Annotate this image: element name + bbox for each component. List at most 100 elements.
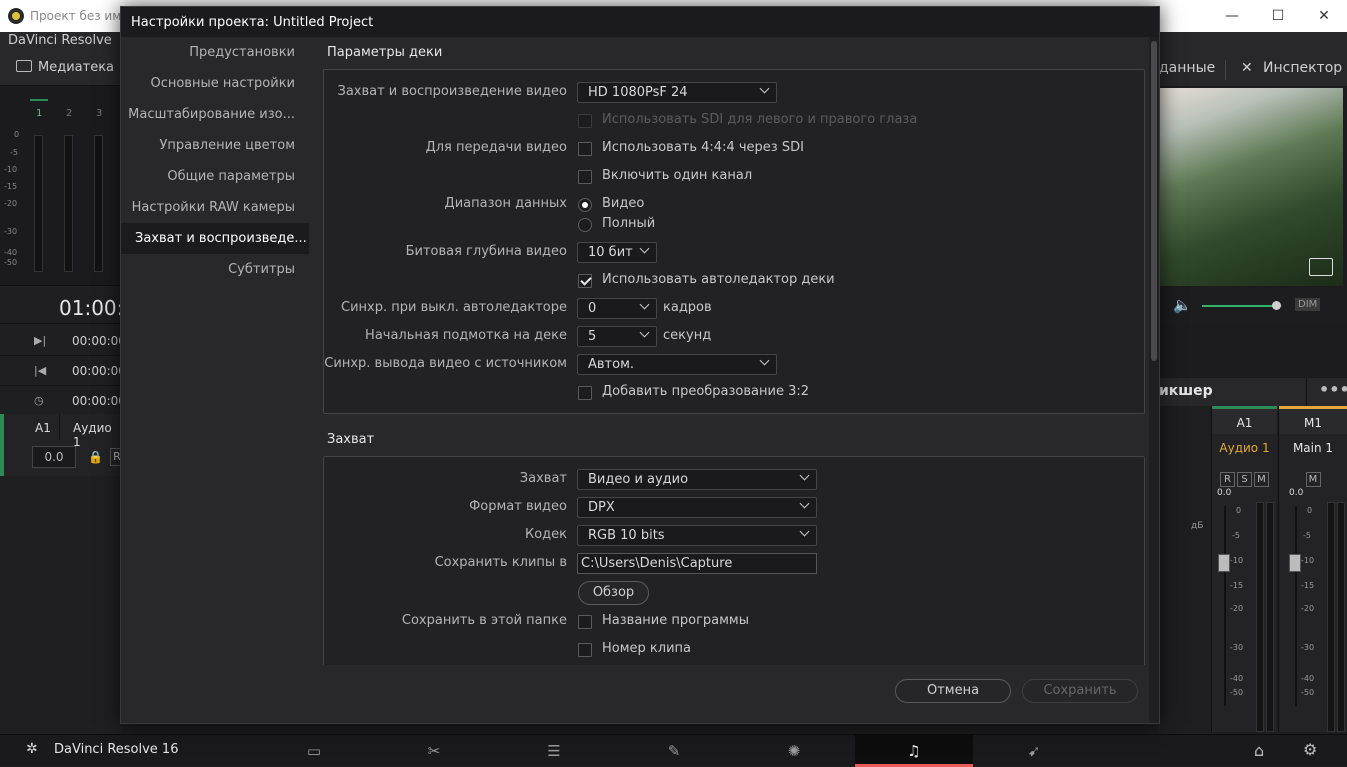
browse-button[interactable]: Обзор [578, 581, 649, 605]
sync-off-dropdown[interactable]: 0 [577, 298, 657, 319]
save-folder-label: Сохранить в этой папке [401, 613, 567, 628]
fairlight-page-icon[interactable]: ♫ [855, 735, 973, 767]
meter-scale-label: -10 [4, 165, 18, 174]
mute-button[interactable]: M [1254, 472, 1269, 487]
data-range-video-radio[interactable] [578, 198, 592, 212]
capture-dropdown[interactable]: Видео и аудио [577, 469, 817, 490]
chevron-down-icon [759, 83, 770, 94]
nav-camera-raw[interactable]: Настройки RAW камеры [121, 192, 309, 223]
fader-scale-label: -20 [1301, 604, 1315, 613]
record-button[interactable]: R [1220, 472, 1235, 487]
close-button[interactable]: ✕ [1301, 0, 1347, 32]
cancel-button[interactable]: Отмена [895, 679, 1011, 703]
chevron-down-icon [799, 470, 810, 481]
mixer-header: икшер ••• [1159, 378, 1347, 406]
video-viewer[interactable] [1159, 88, 1343, 286]
capture-playback-dropdown[interactable]: HD 1080PsF 24 [577, 82, 777, 103]
picture-in-picture-icon[interactable] [1309, 258, 1333, 276]
save-button[interactable]: Сохранить [1022, 679, 1138, 703]
save-clips-path-input[interactable]: C:\Users\Denis\Capture [577, 553, 817, 574]
cut-page-icon[interactable]: ✂ [375, 735, 493, 767]
sdi-lr-checkbox[interactable] [578, 114, 592, 128]
bit-depth-dropdown[interactable]: 10 бит [577, 242, 657, 263]
dialog-scrollbar[interactable] [1149, 37, 1159, 723]
sync-output-dropdown[interactable]: Автом. [577, 354, 777, 375]
next-frame-icon[interactable]: ▶| [34, 334, 46, 347]
tab-metadata[interactable]: данные [1159, 60, 1215, 76]
scrollbar-thumb[interactable] [1151, 41, 1157, 361]
lock-icon[interactable]: 🔒 [88, 450, 103, 464]
media-page-icon[interactable]: ▭ [255, 735, 373, 767]
program-name-checkbox[interactable] [578, 615, 592, 629]
tc-row: ◷ 00:00:00 [0, 386, 126, 416]
deliver-page-icon[interactable]: ➹ [975, 735, 1093, 767]
mixer-title: икшер [1159, 383, 1213, 399]
fader-knob[interactable] [1289, 554, 1301, 572]
fader-knob[interactable] [1218, 554, 1230, 572]
project-settings-dialog: Настройки проекта: Untitled Project Пред… [120, 6, 1160, 724]
track-volume[interactable]: 0.0 [32, 446, 76, 468]
deck-settings-group: Захват и воспроизведение видео HD 1080Ps… [323, 69, 1145, 414]
edit-page-icon[interactable]: ☰ [495, 735, 613, 767]
pulldown-checkbox[interactable] [578, 386, 592, 400]
meter-channel-1: 1 [36, 108, 43, 119]
video-format-dropdown[interactable]: DPX [577, 497, 817, 518]
minimize-button[interactable]: — [1209, 0, 1255, 32]
tc-row: ▶| 00:00:00 [0, 326, 126, 356]
fader-scale-label: -10 [1301, 556, 1315, 565]
dim-button[interactable]: DIM [1295, 298, 1321, 311]
nav-capture-playback[interactable]: Захват и воспроизведе... [121, 223, 309, 254]
fader-scale-label: -15 [1230, 581, 1244, 590]
nav-color-management[interactable]: Управление цветом [121, 130, 309, 161]
mixer-channel-a1: A1 Аудио 1 RSM 0.0 0 -5 -10 -15 -20 -30 … [1211, 406, 1277, 732]
single-channel-checkbox[interactable] [578, 170, 592, 184]
color-page-icon[interactable]: ✺ [735, 735, 853, 767]
data-range-full-radio[interactable] [578, 218, 592, 232]
mute-button[interactable]: M [1305, 472, 1321, 487]
nav-image-scaling[interactable]: Масштабирование изо... [121, 99, 309, 130]
single-channel-label: Включить один канал [602, 168, 753, 183]
meter-scale-label: -15 [4, 182, 18, 191]
prev-frame-icon[interactable]: |◀ [34, 364, 46, 377]
chevron-down-icon [799, 526, 810, 537]
meter-scale-label: -30 [4, 227, 18, 236]
nav-general-options[interactable]: Общие параметры [121, 161, 309, 192]
media-pool-button[interactable]: Медиатека [16, 60, 114, 75]
pulldown-label: Добавить преобразование 3:2 [602, 384, 810, 399]
fader-scale-label: -15 [1301, 581, 1315, 590]
maximize-button[interactable]: ☐ [1255, 0, 1301, 32]
page-navigation-bar: ✲ DaVinci Resolve 16 ▭ ✂ ☰ ✎ ✺ ♫ ➹ ⌂ ⚙ [0, 734, 1347, 767]
clip-number-label: Номер клипа [602, 641, 691, 656]
tab-inspector[interactable]: Инспектор [1263, 60, 1342, 76]
track-name: Аудио 1 [73, 421, 112, 449]
nav-subtitles[interactable]: Субтитры [121, 254, 309, 285]
use-autoeditor-checkbox[interactable] [578, 274, 592, 288]
meter-channel-3: 3 [96, 108, 103, 119]
meter-bar [94, 135, 103, 272]
channel-id: A1 [1212, 406, 1277, 434]
nav-presets[interactable]: Предустановки [121, 37, 309, 68]
home-icon[interactable]: ⌂ [1254, 741, 1264, 760]
nav-master-settings[interactable]: Основные настройки [121, 68, 309, 99]
data-range-label: Диапазон данных [444, 196, 567, 211]
gear-icon[interactable]: ⚙ [1303, 740, 1317, 759]
volume-slider[interactable] [1202, 301, 1282, 310]
clip-number-checkbox[interactable] [578, 643, 592, 657]
preroll-dropdown[interactable]: 5 [577, 326, 657, 347]
menu-davinci-resolve[interactable]: DaVinci Resolve [8, 33, 112, 48]
sync-output-label: Синхр. вывода видео с источником [324, 356, 567, 371]
clock-icon[interactable]: ◷ [34, 394, 44, 407]
volume-knob[interactable] [1272, 301, 1282, 310]
davinci-logo-icon: ✲ [26, 741, 38, 757]
fader-scale-label: -30 [1230, 643, 1244, 652]
fusion-page-icon[interactable]: ✎ [615, 735, 733, 767]
use-444-checkbox[interactable] [578, 142, 592, 156]
settings-content: Параметры деки Захват и воспроизведение … [309, 37, 1145, 665]
speaker-icon[interactable]: 🔈 [1173, 296, 1192, 314]
track-header-a1[interactable]: A1 Аудио 1 0.0 🔒 R [0, 414, 124, 476]
solo-button[interactable]: S [1237, 472, 1252, 487]
codec-dropdown[interactable]: RGB 10 bits [577, 525, 817, 546]
more-options-icon[interactable]: ••• [1319, 380, 1347, 399]
timecode-display: 01:00: [0, 288, 123, 324]
save-clips-label: Сохранить клипы в [434, 555, 567, 570]
